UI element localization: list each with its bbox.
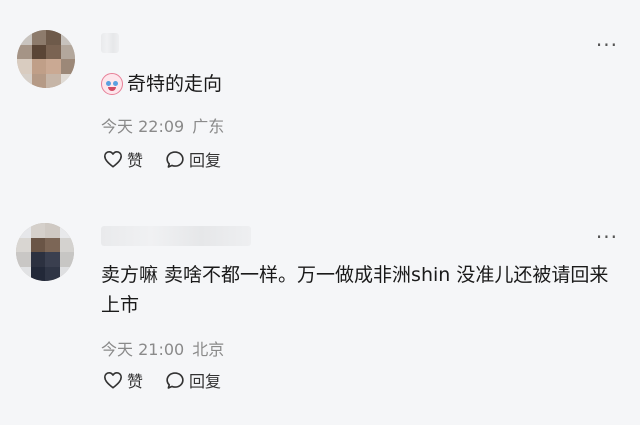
like-label: 赞 (127, 372, 144, 391)
comment-bubble-icon (166, 150, 184, 168)
username-blurred[interactable] (101, 33, 119, 53)
username-blurred[interactable] (101, 226, 251, 246)
like-button[interactable]: 赞 (103, 147, 143, 171)
comment-text: 卖方嘛 卖啥不都一样。万一做成非洲shin 没准儿还被请回来上市 (101, 264, 609, 316)
like-label: 赞 (127, 151, 144, 170)
comment-text-row: 奇特的走向 (101, 69, 612, 99)
comment-time: 今天 22:09 (101, 117, 185, 136)
like-button[interactable]: 赞 (103, 368, 143, 392)
reply-button[interactable]: 回复 (165, 368, 221, 392)
comment-location: 北京 (192, 340, 225, 359)
comment-actions: 赞 回复 (103, 147, 221, 171)
reply-label: 回复 (189, 372, 222, 391)
avatar[interactable] (16, 223, 74, 281)
comment-meta: 今天 21:00 北京 (101, 336, 224, 360)
comment-text: 奇特的走向 (127, 73, 223, 95)
reply-label: 回复 (189, 151, 222, 170)
more-icon[interactable]: ··· (596, 227, 618, 247)
heart-icon (104, 150, 122, 168)
comment-item: ··· 奇特的走向 今天 22:09 广东 赞 回复 (0, 0, 640, 205)
avatar[interactable] (17, 30, 75, 88)
crying-laughing-face-icon (101, 73, 123, 95)
heart-icon (104, 371, 122, 389)
comment-time: 今天 21:00 (101, 340, 185, 359)
comment-actions: 赞 回复 (103, 368, 221, 392)
comment-item: ··· 卖方嘛 卖啥不都一样。万一做成非洲shin 没准儿还被请回来上市 今天 … (0, 205, 640, 425)
more-icon[interactable]: ··· (596, 35, 618, 55)
comment-location: 广东 (192, 117, 225, 136)
comment-bubble-icon (166, 371, 184, 389)
reply-button[interactable]: 回复 (165, 147, 221, 171)
comment-meta: 今天 22:09 广东 (101, 113, 224, 137)
